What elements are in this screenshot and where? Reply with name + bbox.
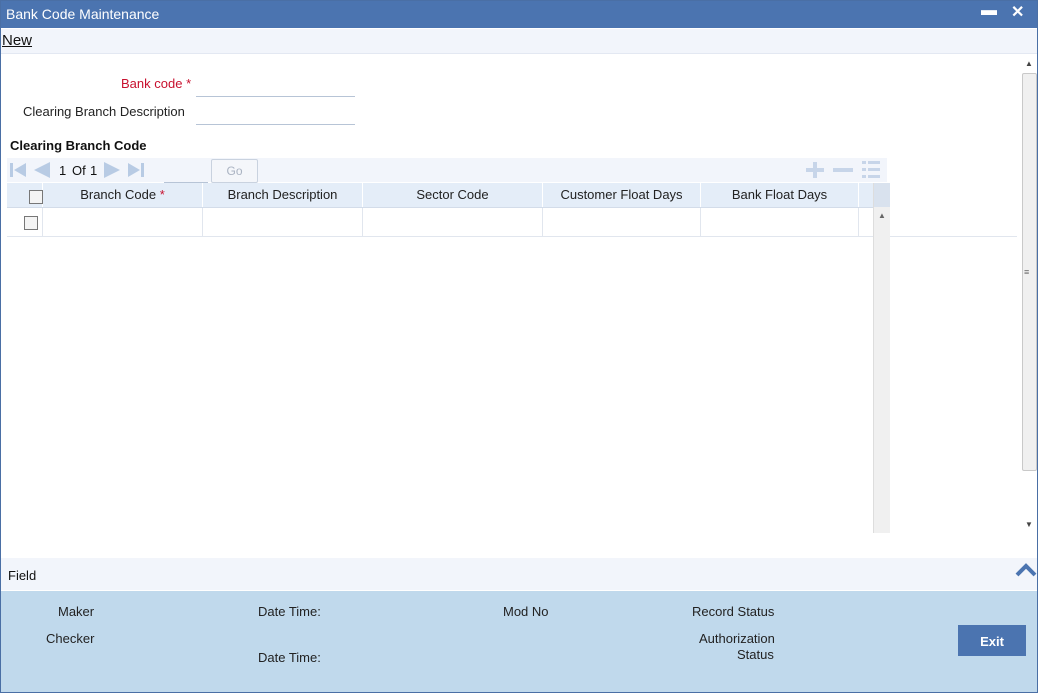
window-title: Bank Code Maintenance [6,6,160,22]
page-number-input[interactable] [164,160,208,183]
authorization-label: Authorization [699,631,775,646]
clearing-branch-description-label: Clearing Branch Description [23,104,185,119]
record-status-label: Record Status [692,604,775,619]
bank-code-input[interactable] [196,74,355,97]
maker-date-time-label: Date Time: [258,604,321,619]
cell-sector-code[interactable] [363,208,543,236]
first-page-icon[interactable] [9,161,27,179]
delete-row-icon[interactable] [832,160,854,180]
checker-date-time-label: Date Time: [258,650,321,665]
select-all-cell [7,183,43,207]
cell-customer-float-days[interactable] [543,208,701,236]
required-mark: * [186,76,192,91]
grid-header: Branch Code * Branch Description Sector … [7,183,873,208]
single-view-icon[interactable] [860,160,882,180]
field-label: Field [8,568,37,583]
close-button[interactable]: ✕ [1011,2,1024,24]
select-all-checkbox[interactable] [29,190,43,204]
exit-button[interactable]: Exit [958,625,1026,656]
scroll-up-icon[interactable]: ▲ [878,211,886,220]
column-customer-float-days[interactable]: Customer Float Days [543,183,701,207]
last-page-icon[interactable] [127,161,145,179]
required-mark: * [159,187,165,202]
bank-code-maintenance-window: Bank Code Maintenance ▬ ✕ New Bank code … [0,0,1038,693]
page-scrollbar[interactable]: ▲ ≡ ▼ [1021,55,1037,533]
new-link[interactable]: New [2,32,32,49]
next-page-icon[interactable] [103,161,121,179]
current-page: 1 [59,163,67,178]
row-select-cell [7,208,43,236]
collapse-chevron-icon[interactable] [1014,560,1038,580]
column-bank-float-days[interactable]: Bank Float Days [701,183,859,207]
add-row-icon[interactable] [804,160,826,180]
cell-bank-float-days[interactable] [701,208,859,236]
cell-branch-description[interactable] [203,208,363,236]
authorization-status-label: Status [737,647,774,662]
go-button[interactable]: Go [211,159,258,183]
mod-no-label: Mod No [503,604,549,619]
column-branch-code[interactable]: Branch Code * [43,183,203,207]
grid-scrollbar[interactable]: ▲ [873,183,890,533]
total-pages: 1 [90,163,98,178]
row-checkbox[interactable] [24,216,38,230]
checker-label: Checker [46,631,95,646]
menu-bar: New [1,29,1037,54]
scroll-down-icon[interactable]: ▼ [1025,520,1033,529]
audit-panel: Maker Checker Date Time: Date Time: Mod … [1,591,1037,692]
scroll-up-icon[interactable]: ▲ [1025,59,1033,68]
page-of-label: Of [72,163,86,178]
bank-code-label: Bank code * [121,76,192,91]
clearing-branch-description-input[interactable] [196,102,355,125]
grid-pager: 1 Of 1 Go [7,158,887,183]
previous-page-icon[interactable] [33,161,51,179]
grid-scrollbar-cap [874,183,890,207]
table-row[interactable] [7,208,1017,237]
column-branch-description[interactable]: Branch Description [203,183,363,207]
scrollbar-grip-icon: ≡ [1024,267,1030,277]
minimize-button[interactable]: ▬ [981,1,997,22]
field-bar: Field [1,558,1037,590]
maker-label: Maker [58,604,95,619]
title-bar[interactable]: Bank Code Maintenance ▬ ✕ [1,1,1037,28]
cell-branch-code[interactable] [43,208,203,236]
column-sector-code[interactable]: Sector Code [363,183,543,207]
section-title: Clearing Branch Code [10,138,147,153]
